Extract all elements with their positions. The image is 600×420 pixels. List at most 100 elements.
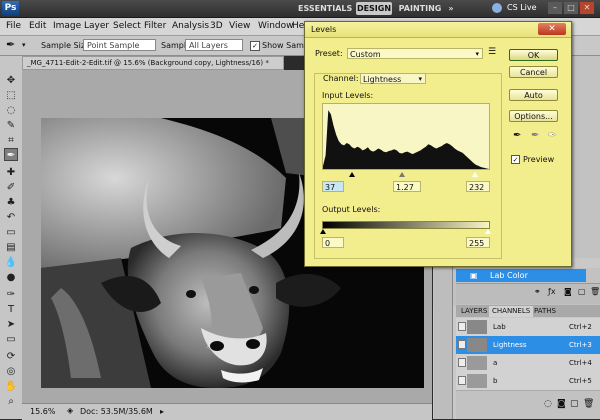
workspace-painting[interactable]: PAINTING (398, 2, 442, 15)
tab-channels[interactable]: CHANNELS (489, 306, 534, 317)
channel-row-lightness[interactable]: Lightness Ctrl+3 (456, 336, 600, 355)
dodge-tool-icon[interactable]: ● (4, 271, 18, 284)
output-slider[interactable] (320, 229, 491, 236)
load-selection-icon[interactable]: ◌ (544, 399, 552, 409)
input-levels-label: Input Levels: (322, 91, 374, 100)
visibility-eye-icon[interactable] (458, 376, 466, 385)
ok-button[interactable]: OK (509, 49, 558, 61)
menu-edit[interactable]: Edit (29, 21, 46, 31)
visibility-eye-icon[interactable] (458, 358, 466, 367)
eyedropper-preset-icon[interactable]: ✒ (6, 39, 15, 51)
status-info-icon[interactable]: ◈ (67, 406, 73, 415)
move-tool-icon[interactable]: ✥ (4, 74, 18, 87)
layer-style-icon[interactable]: ƒx (548, 287, 556, 296)
preset-options-icon[interactable]: ☰ (488, 47, 496, 57)
preview-checkbox[interactable]: ✓ (511, 155, 520, 164)
output-white-slider[interactable] (485, 229, 491, 234)
clone-stamp-tool-icon[interactable]: ♣ (4, 196, 18, 209)
quick-select-tool-icon[interactable]: ✎ (4, 119, 18, 132)
zoom-level[interactable]: 15.6% (30, 407, 55, 416)
menu-file[interactable]: File (6, 21, 21, 31)
layers-footer: ⚭ ƒx ◙ ▢ 🗑 (456, 283, 600, 304)
close-icon[interactable]: ✕ (538, 23, 566, 35)
eyedropper-tool-icon[interactable]: ✒ (4, 148, 18, 161)
channel-row-lab[interactable]: Lab Ctrl+2 (456, 318, 600, 337)
menu-select[interactable]: Select (113, 21, 141, 31)
menu-layer[interactable]: Layer (84, 21, 109, 31)
blur-tool-icon[interactable]: 💧 (4, 256, 18, 269)
path-selection-tool-icon[interactable]: ➤ (4, 318, 18, 331)
new-channel-icon[interactable]: ▢ (570, 399, 579, 409)
menu-view[interactable]: View (229, 21, 250, 31)
minimize-button[interactable]: – (548, 2, 562, 14)
levels-title-bar[interactable]: Levels (305, 22, 571, 38)
shape-tool-icon[interactable]: ▭ (4, 333, 18, 346)
channels-tab-bar: LAYERS CHANNELS PATHS (456, 305, 600, 317)
eraser-tool-icon[interactable]: ▭ (4, 226, 18, 239)
input-white-field[interactable]: 232 (466, 181, 490, 192)
close-app-button[interactable]: ✕ (580, 2, 594, 14)
workspace-more[interactable]: » (446, 2, 456, 15)
tab-paths[interactable]: PATHS (531, 306, 559, 317)
auto-button[interactable]: Auto (509, 89, 558, 101)
delete-channel-icon[interactable]: 🗑 (583, 399, 594, 409)
visibility-eye-icon[interactable] (458, 340, 466, 349)
maximize-button[interactable]: □ (564, 2, 578, 14)
input-gamma-slider[interactable] (399, 172, 405, 177)
crop-tool-icon[interactable]: ⌗ (4, 134, 18, 147)
cs-live-menu[interactable]: CS Live (507, 3, 537, 12)
marquee-tool-icon[interactable]: ⬚ (4, 89, 18, 102)
sample-size-select[interactable]: Point Sample (83, 39, 156, 51)
cancel-button[interactable]: Cancel (509, 66, 558, 78)
menu-analysis[interactable]: Analysis (172, 21, 209, 31)
pen-tool-icon[interactable]: ✑ (4, 288, 18, 301)
tab-layers[interactable]: LAYERS (458, 306, 490, 317)
link-layers-icon[interactable]: ⚭ (534, 287, 541, 296)
channels-footer: ◌ ◙ ▢ 🗑 (456, 391, 600, 419)
input-slider[interactable] (322, 171, 490, 179)
menu-window[interactable]: Window (258, 21, 294, 31)
menu-image[interactable]: Image (53, 21, 81, 31)
sample-select[interactable]: All Layers (185, 39, 243, 51)
input-gamma-field[interactable]: 1.27 (393, 181, 421, 192)
save-selection-icon[interactable]: ◙ (557, 399, 566, 409)
workspace-essentials[interactable]: ESSENTIALS (298, 2, 352, 15)
channel-row-b[interactable]: b Ctrl+5 (456, 372, 600, 391)
options-button[interactable]: Options... (509, 110, 558, 122)
preset-select[interactable]: Custom ▾ (347, 48, 483, 59)
menu-3d[interactable]: 3D (210, 21, 223, 31)
gray-eyedropper-icon[interactable]: ✒ (531, 130, 539, 141)
input-black-point-slider[interactable] (349, 172, 355, 177)
type-tool-icon[interactable]: T (4, 303, 18, 316)
output-white-field[interactable]: 255 (466, 237, 490, 248)
levels-dialog: Levels ✕ Preset: Custom ▾ ☰ Channel: Lig… (304, 21, 572, 267)
workspace-design[interactable]: DESIGN (356, 2, 392, 15)
output-black-slider[interactable] (320, 229, 326, 234)
layer-mask-icon[interactable]: ◙ (564, 287, 572, 296)
3d-rotate-tool-icon[interactable]: ⟳ (4, 350, 18, 363)
channel-row-a[interactable]: a Ctrl+4 (456, 354, 600, 373)
black-eyedropper-icon[interactable]: ✒ (513, 130, 521, 141)
layer-row-selected[interactable]: ▣ Lab Color (456, 269, 586, 282)
3d-orbit-tool-icon[interactable]: ◎ (4, 365, 18, 378)
channel-select[interactable]: Lightness ▾ (360, 73, 426, 84)
gradient-tool-icon[interactable]: ▤ (4, 241, 18, 254)
new-layer-icon[interactable]: ▢ (578, 287, 586, 296)
healing-brush-tool-icon[interactable]: ✚ (4, 166, 18, 179)
menu-filter[interactable]: Filter (144, 21, 166, 31)
visibility-eye-icon[interactable] (458, 322, 466, 331)
white-eyedropper-icon[interactable]: ✒ (548, 130, 556, 141)
document-tab[interactable]: _MG_4711-Edit-2-Edit.tif @ 15.6% (Backgr… (22, 56, 284, 70)
zoom-tool-icon[interactable]: ⌕ (4, 395, 18, 408)
output-black-field[interactable]: 0 (322, 237, 344, 248)
status-menu-arrow-icon[interactable]: ▸ (160, 407, 164, 416)
history-brush-tool-icon[interactable]: ↶ (4, 211, 18, 224)
hand-tool-icon[interactable]: ✋ (4, 380, 18, 393)
input-white-point-slider[interactable] (472, 172, 478, 177)
lasso-tool-icon[interactable]: ◌ (4, 104, 18, 117)
delete-layer-icon[interactable]: 🗑 (590, 287, 600, 296)
show-sampling-checkbox[interactable]: ✓ (250, 41, 260, 51)
input-black-field[interactable]: 37 (322, 181, 344, 192)
brush-tool-icon[interactable]: ✐ (4, 181, 18, 194)
preset-dropdown-arrow-icon[interactable]: ▾ (22, 41, 26, 49)
